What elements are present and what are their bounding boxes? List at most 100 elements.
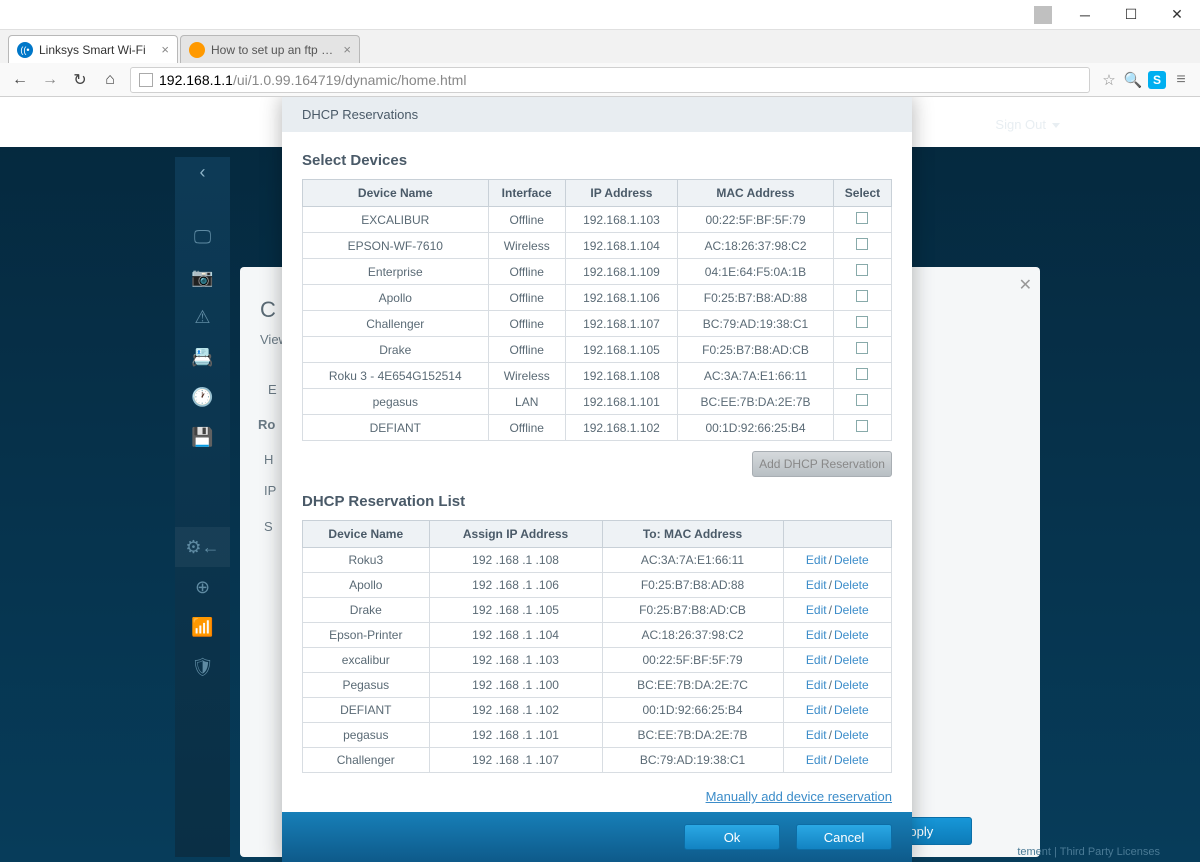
back-button[interactable]: ← [10, 71, 30, 89]
table-row: Apollo192 .168 .1 .106F0:25:B7:B8:AD:88E… [303, 573, 892, 598]
table-header: MAC Address [678, 180, 834, 207]
tab-close-icon[interactable]: × [343, 42, 351, 57]
sidebar-item-storage[interactable]: 💾 [175, 417, 230, 457]
actions-cell: Edit/Delete [783, 748, 891, 773]
edit-link[interactable]: Edit [806, 553, 827, 567]
actions-cell: Edit/Delete [783, 598, 891, 623]
user-avatar-icon[interactable] [1034, 6, 1052, 24]
ip-address-cell: 192.168.1.109 [565, 259, 677, 285]
table-header [783, 521, 891, 548]
select-checkbox[interactable] [856, 264, 868, 276]
address-bar[interactable]: 192.168.1.1/ui/1.0.99.164719/dynamic/hom… [130, 67, 1090, 93]
table-row: Challenger192 .168 .1 .107BC:79:AD:19:38… [303, 748, 892, 773]
sidebar-item-guest[interactable]: 📷 [175, 257, 230, 297]
sidebar-item-network[interactable]: 🖵 [175, 217, 230, 257]
device-name-cell: Challenger [303, 748, 430, 773]
select-checkbox[interactable] [856, 342, 868, 354]
assign-ip-cell: 192 .168 .1 .103 [429, 648, 602, 673]
browser-tab-active[interactable]: ((• Linksys Smart Wi-Fi × [8, 35, 178, 63]
bookmark-star-icon[interactable]: ☆ [1100, 71, 1118, 89]
delete-link[interactable]: Delete [834, 553, 869, 567]
forward-button[interactable]: → [40, 71, 60, 89]
select-checkbox[interactable] [856, 290, 868, 302]
edit-link[interactable]: Edit [806, 628, 827, 642]
window-titlebar: ─ ☐ ✕ [0, 0, 1200, 30]
device-name-cell: Challenger [303, 311, 489, 337]
extension-icon[interactable]: 🔍 [1124, 71, 1142, 89]
mac-address-cell: BC:79:AD:19:38:C1 [602, 748, 783, 773]
delete-link[interactable]: Delete [834, 603, 869, 617]
device-name-cell: Roku3 [303, 548, 430, 573]
maximize-button[interactable]: ☐ [1108, 0, 1154, 30]
actions-cell: Edit/Delete [783, 673, 891, 698]
edit-link[interactable]: Edit [806, 578, 827, 592]
edit-link[interactable]: Edit [806, 603, 827, 617]
close-button[interactable]: ✕ [1154, 0, 1200, 30]
interface-cell: Offline [488, 311, 565, 337]
sidebar-item-parental[interactable]: ⚠ [175, 297, 230, 337]
interface-cell: Wireless [488, 363, 565, 389]
delete-link[interactable]: Delete [834, 753, 869, 767]
actions-cell: Edit/Delete [783, 698, 891, 723]
footer-links[interactable]: tement | Third Party Licenses [1017, 846, 1160, 858]
edit-link[interactable]: Edit [806, 728, 827, 742]
panel-close-icon[interactable]: ✕ [1019, 275, 1032, 295]
select-checkbox[interactable] [856, 420, 868, 432]
manually-add-link[interactable]: Manually add device reservation [706, 789, 892, 804]
interface-cell: Offline [488, 285, 565, 311]
browser-tab-inactive[interactable]: How to set up an ftp serv... × [180, 35, 360, 63]
mac-address-cell: F0:25:B7:B8:AD:88 [678, 285, 834, 311]
sidebar-toggle-icon[interactable]: ‹ [175, 157, 230, 187]
mac-address-cell: AC:3A:7A:E1:66:11 [602, 548, 783, 573]
delete-link[interactable]: Delete [834, 703, 869, 717]
add-dhcp-reservation-button[interactable]: Add DHCP Reservation [752, 451, 892, 477]
ip-address-cell: 192.168.1.101 [565, 389, 677, 415]
delete-link[interactable]: Delete [834, 653, 869, 667]
minimize-button[interactable]: ─ [1062, 0, 1108, 30]
select-checkbox[interactable] [856, 368, 868, 380]
sidebar-item-connectivity[interactable]: ⚙← [175, 527, 230, 567]
table-row: excalibur192 .168 .1 .10300:22:5F:BF:5F:… [303, 648, 892, 673]
cancel-button[interactable]: Cancel [796, 824, 892, 850]
sidebar-item-security[interactable]: 🛡 [175, 647, 230, 687]
sidebar-item-wireless[interactable]: 📶 [175, 607, 230, 647]
select-cell [833, 389, 891, 415]
select-checkbox[interactable] [856, 212, 868, 224]
reload-button[interactable]: ↻ [70, 70, 90, 90]
delete-link[interactable]: Delete [834, 578, 869, 592]
sidebar-item-speed[interactable]: 🕐 [175, 377, 230, 417]
skype-extension-icon[interactable]: S [1148, 71, 1166, 89]
panel-tab-cut: E [268, 382, 277, 397]
edit-link[interactable]: Edit [806, 703, 827, 717]
edit-link[interactable]: Edit [806, 653, 827, 667]
edit-link[interactable]: Edit [806, 753, 827, 767]
panel-ip-label: IP [264, 483, 276, 498]
interface-cell: Offline [488, 207, 565, 233]
table-header: IP Address [565, 180, 677, 207]
reservation-list-heading: DHCP Reservation List [302, 493, 892, 510]
browser-menu-icon[interactable]: ≡ [1172, 71, 1190, 89]
select-cell [833, 311, 891, 337]
page-info-icon[interactable] [139, 73, 153, 87]
modal-title: DHCP Reservations [282, 97, 912, 132]
home-button[interactable]: ⌂ [100, 71, 120, 89]
url-host: 192.168.1.1 [159, 72, 233, 88]
sidebar-item-media[interactable]: 📇 [175, 337, 230, 377]
dhcp-reservations-modal: DHCP Reservations Select Devices Device … [282, 97, 912, 862]
modal-footer: Ok Cancel [282, 812, 912, 862]
select-checkbox[interactable] [856, 394, 868, 406]
tab-close-icon[interactable]: × [161, 42, 169, 57]
sign-out-link[interactable]: Sign Out [995, 117, 1060, 132]
tab-title: How to set up an ftp serv... [211, 43, 337, 57]
device-name-cell: Pegasus [303, 673, 430, 698]
sidebar-item-troubleshoot[interactable]: ⊕ [175, 567, 230, 607]
delete-link[interactable]: Delete [834, 678, 869, 692]
delete-link[interactable]: Delete [834, 728, 869, 742]
device-name-cell: EXCALIBUR [303, 207, 489, 233]
edit-link[interactable]: Edit [806, 678, 827, 692]
delete-link[interactable]: Delete [834, 628, 869, 642]
device-name-cell: DEFIANT [303, 698, 430, 723]
select-checkbox[interactable] [856, 238, 868, 250]
select-checkbox[interactable] [856, 316, 868, 328]
ok-button[interactable]: Ok [684, 824, 780, 850]
